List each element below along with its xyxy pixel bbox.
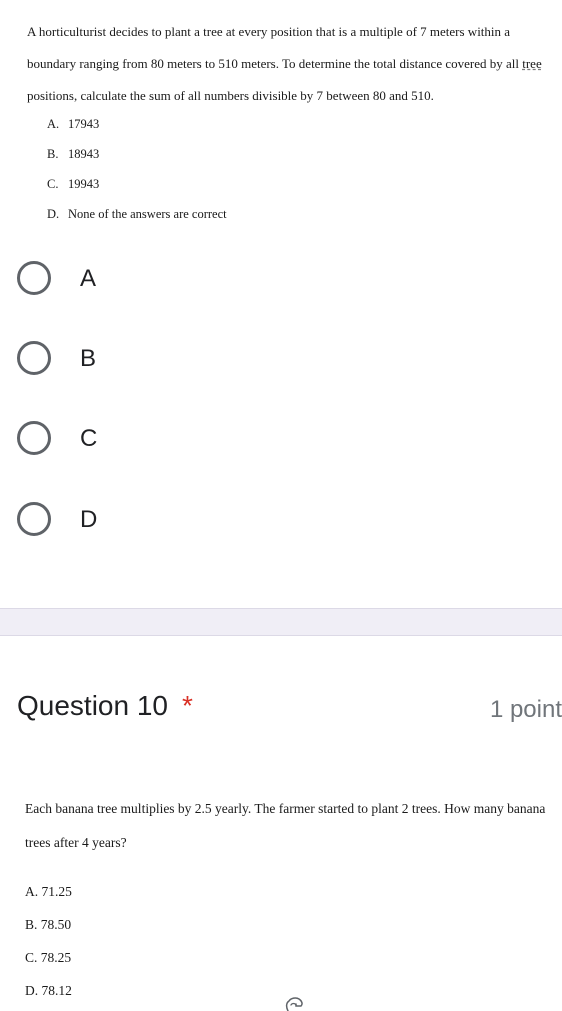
question-9-option-d: D. None of the answers are correct [47,202,227,232]
option-letter: B. [47,147,59,161]
option-text: None of the answers are correct [68,207,227,221]
question-10-title: Question 10 [17,690,168,721]
radio-button-d[interactable] [17,502,51,536]
question-10-option-list: A. 71.25 B. 78.50 C. 78.25 D. 78.12 [25,878,72,1010]
choice-d-label[interactable]: D [80,503,97,537]
option-text: 17943 [68,117,100,131]
radio-button-a[interactable] [17,261,51,295]
choice-c-radio-row[interactable]: C [0,411,300,471]
question-9-option-list: A. 17943 B. 18943 C. 19943 D. None of the an… [47,112,227,232]
option-letter: D. [47,207,60,221]
question-10-header: Question 10 * [17,690,193,722]
question-9-option-b: B. 18943 [47,142,227,172]
question-9-underlined-word: tree [522,56,542,71]
choice-c-label[interactable]: C [80,422,97,456]
question-10-option-a: A. 71.25 [25,884,72,899]
choice-d-radio-row[interactable]: D [0,492,300,552]
radio-button-c[interactable] [17,421,51,455]
question-10-option-c: C. 78.25 [25,950,72,965]
question-9-option-a: A. 17943 [47,112,227,142]
option-letter: C. [47,177,59,191]
option-text: 18943 [68,147,100,161]
question-10-option-d: D. 78.12 [25,983,72,998]
option-letter: A. [47,117,60,131]
option-text: 19943 [68,177,100,191]
choice-a-radio-row[interactable]: A [0,251,300,311]
section-divider [0,608,562,636]
question-9-text-part2: positions, calculate the sum of all numb… [27,88,434,103]
question-9-text-part1: A horticulturist decides to plant a tree… [27,24,523,71]
question-9-text: A horticulturist decides to plant a tree… [27,16,555,112]
choice-b-radio-row[interactable]: B [0,331,300,391]
question-10-option-b: B. 78.50 [25,917,72,932]
radio-button-b[interactable] [17,341,51,375]
required-asterisk: * [182,690,193,721]
choice-a-label[interactable]: A [80,262,96,296]
question-10-text: Each banana tree multiplies by 2.5 yearl… [25,801,546,850]
question-9-option-c: C. 19943 [47,172,227,202]
question-10-points: 1 point [489,696,562,723]
hand-pointer-icon [285,997,303,1011]
choice-b-label[interactable]: B [80,342,96,376]
